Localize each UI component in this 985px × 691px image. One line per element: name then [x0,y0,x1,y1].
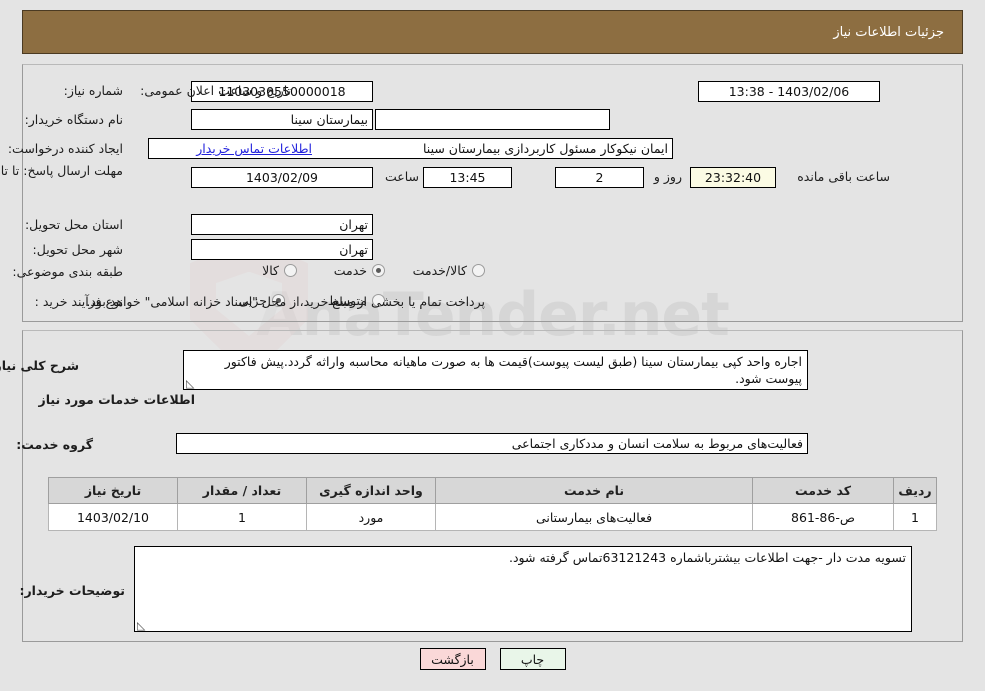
service-group-label-wrap: گروه خدمت: [16,437,93,452]
radio-service-label: خدمت [333,263,367,278]
province-field-wrap: تهران [191,214,373,235]
cell-service-code: ص-86-861 [752,503,894,531]
cell-need-date: 1403/02/10 [48,503,178,531]
buyer-notes-value: تسویه مدت دار -جهت اطلاعات بیشترباشماره … [509,550,906,565]
deadline-hour-field[interactable]: 13:45 [423,167,512,188]
col-unit: واحد اندازه گیری [306,477,436,504]
deadline-hour-wrap: 13:45 [423,167,512,188]
page-title: جزئیات اطلاعات نیاز [833,24,944,40]
buyer-org-label-wrap: نام دستگاه خریدار: [25,112,123,127]
radio-goods-service-label: کالا/خدمت [412,263,467,278]
deadline-days-label: روز و [653,169,682,184]
countdown-timer: 23:32:40 [690,167,776,188]
col-service-name: نام خدمت [435,477,753,504]
deadline-days-label-wrap: روز و [654,169,682,184]
buyer-notes-label: توضیحات خریدار: [19,583,125,598]
service-group-label: گروه خدمت: [16,437,93,452]
category-label-wrap: طبقه بندی موضوعی: [12,264,123,279]
treasury-note-wrap: پرداخت تمام یا بخشی از مبلغ خرید،از محل … [86,294,485,309]
service-group-field-wrap: فعالیت‌های مربوط به سلامت انسان و مددکار… [176,433,808,454]
deadline-days-wrap: 2 [555,167,644,188]
city-label-wrap: شهر محل تحویل: [33,242,123,257]
deadline-date-wrap: 1403/02/09 [191,167,373,188]
buyer-notes-label-wrap: توضیحات خریدار: [19,583,125,598]
announce-date-field[interactable]: 1403/02/06 - 13:38 [698,81,880,102]
city-field-wrap: تهران [191,239,373,260]
city-label: شهر محل تحویل: [32,242,123,257]
col-quantity: تعداد / مقدار [177,477,307,504]
province-label: استان محل تحویل: [24,217,123,232]
page-header: جزئیات اطلاعات نیاز [22,10,963,54]
deadline-hour-label: ساعت [384,169,419,184]
need-number-label: شماره نیاز: [63,83,123,98]
need-desc-label-wrap: شرح کلی نیاز: [0,358,79,373]
buyer-contact-link[interactable]: اطلاعات تماس خریدار [196,141,312,156]
category-label: طبقه بندی موضوعی: [12,264,123,279]
deadline-hour-label-wrap: ساعت [385,169,419,184]
cell-unit: مورد [306,503,436,531]
need-desc-label: شرح کلی نیاز: [0,358,79,373]
deadline-label: مهلت ارسال پاسخ: تا تاریخ: [0,163,123,178]
radio-goods-label: کالا [262,263,279,278]
countdown-wrap: 23:32:40 [690,167,776,188]
remain-label-wrap: ساعت باقی مانده [797,169,890,184]
requester-label-wrap: ایجاد کننده درخواست: [8,141,123,156]
category-radio-service[interactable]: خدمت [334,263,385,278]
table-row[interactable]: 1 ص-86-861 فعالیت‌های بیمارستانی مورد 1 … [48,503,937,531]
need-number-label-wrap: شماره نیاز: [64,83,123,98]
cell-service-name: فعالیت‌های بیمارستانی [435,503,753,531]
city-field[interactable]: تهران [191,239,373,260]
requester-label: ایجاد کننده درخواست: [7,141,123,156]
services-heading: اطلاعات خدمات مورد نیاز [38,392,196,407]
service-group-field[interactable]: فعالیت‌های مربوط به سلامت انسان و مددکار… [176,433,808,454]
category-radio-goods-service[interactable]: کالا/خدمت [413,263,485,278]
announce-date-label-wrap: تاریخ و ساعت اعلان عمومی: [140,83,291,98]
buyer-org-extra-field[interactable] [375,109,610,130]
buyer-org-field-wrap: بیمارستان سینا [191,109,373,130]
buyer-notes-textarea[interactable]: تسویه مدت دار -جهت اطلاعات بیشترباشماره … [134,546,912,632]
col-row-no: ردیف [893,477,937,504]
buyer-org-extra-wrap [375,109,610,130]
resize-grip-icon-notes[interactable]: ◿ [137,619,147,631]
deadline-days-field[interactable]: 2 [555,167,644,188]
announce-date-field-wrap: 1403/02/06 - 13:38 [698,81,880,102]
need-desc-value: اجاره واحد کپی بیمارستان سینا (طبق لیست … [224,354,802,386]
need-info-panel [22,64,963,322]
buyer-org-label: نام دستگاه خریدار: [24,112,123,127]
action-buttons: بازگشت چاپ [0,648,985,670]
resize-grip-icon[interactable]: ◿ [186,377,196,389]
province-field[interactable]: تهران [191,214,373,235]
cell-quantity: 1 [177,503,307,531]
back-button[interactable]: بازگشت [419,648,486,670]
table-header-row: ردیف کد خدمت نام خدمت واحد اندازه گیری ت… [48,477,937,504]
hours-remaining-label: ساعت باقی مانده [797,169,890,184]
buyer-org-field[interactable]: بیمارستان سینا [191,109,373,130]
cell-row-no: 1 [893,503,937,531]
services-table: ردیف کد خدمت نام خدمت واحد اندازه گیری ت… [48,477,937,531]
radio-goods-service-icon[interactable] [472,264,485,277]
category-radio-goods[interactable]: کالا [262,263,297,278]
radio-service-icon[interactable] [372,264,385,277]
province-label-wrap: استان محل تحویل: [25,217,123,232]
radio-goods-icon[interactable] [284,264,297,277]
deadline-date-field[interactable]: 1403/02/09 [191,167,373,188]
deadline-label-wrap: مهلت ارسال پاسخ: تا تاریخ: [0,163,123,179]
announce-date-label: تاریخ و ساعت اعلان عمومی: [140,83,291,98]
print-button[interactable]: چاپ [499,648,566,670]
buyer-contact-link-wrap: اطلاعات تماس خریدار [196,141,312,156]
treasury-payment-note: پرداخت تمام یا بخشی از مبلغ خرید،از محل … [86,294,485,309]
need-desc-textarea[interactable]: اجاره واحد کپی بیمارستان سینا (طبق لیست … [183,350,808,390]
col-need-date: تاریخ نیاز [48,477,178,504]
col-service-code: کد خدمت [752,477,894,504]
